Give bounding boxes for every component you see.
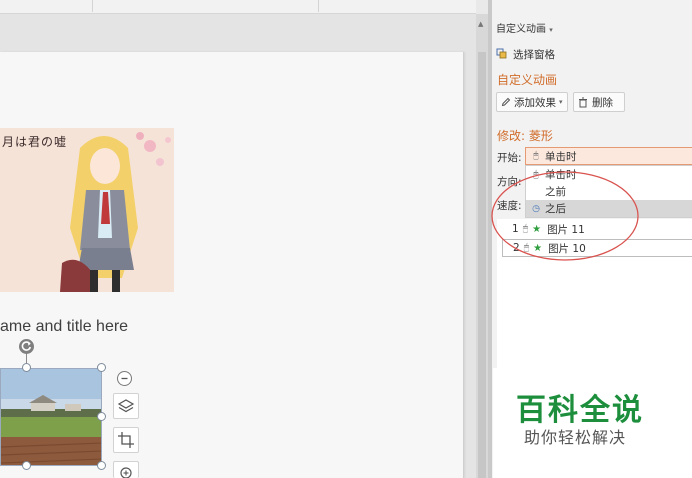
minus-icon	[121, 377, 128, 380]
speed-label: 速度:	[497, 200, 522, 212]
animation-item[interactable]: 1 🖱 ★ 图片 11	[502, 220, 692, 238]
option-on-click[interactable]: 🖱 单击时	[526, 166, 692, 183]
star-icon: ★	[532, 223, 542, 235]
anime-title-text: 月は君の嘘	[2, 135, 68, 149]
start-select-value: 单击时	[545, 150, 577, 163]
resize-handle[interactable]	[97, 412, 106, 421]
landscape-picture[interactable]	[0, 368, 102, 466]
animation-index: 1	[512, 223, 519, 235]
delete-button[interactable]: 删除	[573, 92, 625, 112]
toolbar-divider	[318, 0, 319, 12]
zoom-in-icon	[120, 467, 132, 478]
add-effect-arrow-icon: ▾	[559, 98, 563, 106]
option-after-previous[interactable]: ◷ 之后	[526, 200, 692, 217]
pane-title[interactable]: 自定义动画 ▾	[496, 20, 553, 35]
pencil-icon	[501, 97, 511, 107]
animation-index: 2	[513, 242, 520, 254]
layers-icon	[117, 399, 135, 413]
rotate-icon	[21, 341, 32, 351]
option-label: 之前	[545, 186, 566, 198]
star-icon: ★	[533, 242, 543, 254]
watermark-title: 百科全说	[516, 393, 644, 428]
direction-label: 方向:	[497, 176, 522, 188]
top-strip	[0, 0, 476, 14]
option-label: 单击时	[545, 169, 577, 181]
rotate-handle[interactable]	[19, 339, 34, 354]
mouse-icon: 🖱	[533, 169, 539, 180]
animation-name: 图片 11	[547, 223, 585, 236]
start-select[interactable]: 🖱 单击时	[525, 147, 692, 165]
scroll-up-arrow-icon[interactable]: ▲	[478, 20, 483, 28]
select-pane-icon	[496, 48, 507, 59]
crop-button[interactable]	[113, 427, 139, 453]
resize-handle[interactable]	[97, 461, 106, 470]
mouse-icon: 🖱	[523, 243, 530, 253]
watermark-subtitle: 助你轻松解决	[524, 428, 627, 447]
clock-icon: ◷	[532, 203, 540, 214]
start-label: 开始:	[497, 152, 522, 164]
anime-picture[interactable]	[0, 128, 174, 292]
resize-handle[interactable]	[22, 461, 31, 470]
animation-name: 图片 10	[548, 242, 586, 255]
animation-item[interactable]: 2 🖱 ★ 图片 10	[502, 239, 692, 257]
mouse-icon: 🖱	[533, 151, 539, 161]
option-label: 之后	[545, 203, 566, 215]
add-effect-label: 添加效果	[514, 96, 556, 109]
select-pane-button[interactable]: 选择窗格	[496, 46, 555, 62]
mouse-icon: 🖱	[522, 224, 529, 234]
slide-subtitle[interactable]: ame and title here	[0, 318, 128, 336]
pane-title-text: 自定义动画	[496, 24, 546, 35]
start-dropdown-list: 🖱 单击时 之前 ◷ 之后	[525, 165, 692, 218]
section-title: 自定义动画	[497, 73, 558, 87]
scrollbar-thumb[interactable]	[478, 52, 486, 478]
zoom-button[interactable]	[113, 461, 139, 478]
crop-icon	[118, 432, 134, 448]
resize-handle[interactable]	[97, 363, 106, 372]
delete-label: 删除	[592, 96, 613, 109]
option-with-previous[interactable]: 之前	[526, 183, 692, 200]
toolbar-divider	[92, 0, 93, 12]
layer-button[interactable]	[113, 393, 139, 419]
add-effect-button[interactable]: 添加效果 ▾	[496, 92, 568, 112]
collapse-toolbar-button[interactable]	[117, 371, 132, 386]
select-pane-label: 选择窗格	[513, 48, 555, 61]
resize-handle[interactable]	[22, 363, 31, 372]
trash-icon	[579, 97, 587, 107]
pane-title-arrow-icon: ▾	[549, 26, 553, 34]
modify-title: 修改: 菱形	[497, 129, 553, 143]
